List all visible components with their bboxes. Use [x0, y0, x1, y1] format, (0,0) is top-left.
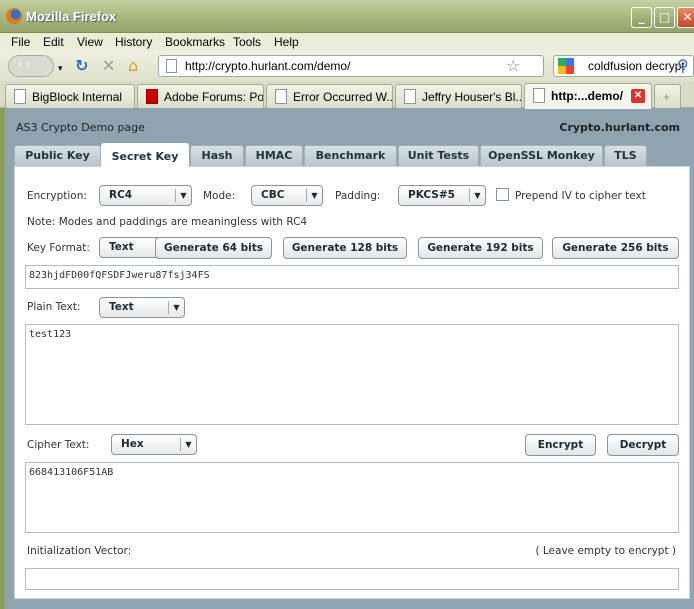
chevron-down-icon: ▼ [180, 438, 196, 451]
select-value: Hex [121, 438, 144, 450]
page-header: AS3 Crypto Demo page [16, 121, 145, 134]
search-icon[interactable]: ⚲ [677, 57, 689, 75]
tab-hash[interactable]: Hash [190, 145, 244, 166]
tab-label: BigBlock Internal [32, 90, 123, 104]
cipher-text-label: Cipher Text: [27, 439, 90, 451]
page-icon [275, 89, 287, 104]
stop-icon[interactable]: ✕ [102, 57, 115, 75]
select-value: RC4 [109, 189, 133, 201]
plain-text-label: Plain Text: [27, 301, 81, 313]
menu-help[interactable]: Help [274, 35, 299, 49]
browser-tab-active[interactable]: http:...demo/ ✕ [524, 83, 652, 109]
page-icon [166, 59, 177, 73]
iv-hint: ( Leave empty to encrypt ) [535, 545, 676, 557]
google-icon[interactable] [558, 58, 574, 74]
key-format-label: Key Format: [27, 242, 90, 254]
decrypt-button[interactable]: Decrypt [607, 434, 679, 456]
browser-tab[interactable]: Adobe Forums: Po... [137, 84, 264, 108]
home-icon[interactable]: ⌂ [128, 57, 138, 75]
select-value: Text [109, 241, 134, 253]
menu-bookmarks[interactable]: Bookmarks [165, 35, 225, 49]
window-border [0, 108, 5, 609]
encryption-select[interactable]: RC4 ▼ [99, 185, 192, 206]
tab-label: Adobe Forums: Po... [164, 90, 264, 104]
select-value: Text [109, 301, 134, 313]
maximize-button[interactable]: □ [654, 7, 675, 28]
menu-history[interactable]: History [115, 35, 152, 49]
firefox-icon [6, 8, 22, 24]
menu-view[interactable]: View [77, 35, 103, 49]
generate-192-button[interactable]: Generate 192 bits [418, 237, 543, 259]
back-forward-icon[interactable]: ‹ › [8, 55, 54, 77]
iv-input[interactable] [25, 568, 679, 590]
plain-text-area[interactable]: test123 [25, 324, 679, 425]
prepend-iv-label: Prepend IV to cipher text [515, 190, 646, 202]
padding-label: Padding: [335, 190, 381, 202]
chevron-down-icon: ▼ [175, 189, 191, 202]
tab-unit-tests[interactable]: Unit Tests [398, 145, 479, 166]
reload-icon[interactable]: ↻ [75, 57, 88, 75]
plain-text-format-select[interactable]: Text ▼ [99, 297, 185, 318]
chevron-down-icon: ▼ [306, 189, 322, 202]
page-icon [404, 89, 416, 104]
window-title: Mozilla Firefox [26, 9, 117, 24]
mode-label: Mode: [203, 190, 236, 202]
menu-file[interactable]: File [11, 35, 30, 49]
history-dropdown-icon[interactable]: ▾ [58, 60, 63, 78]
tab-label: Jeffry Houser's Bl... [422, 90, 522, 104]
tab-public-key[interactable]: Public Key [14, 145, 101, 166]
page-icon [14, 89, 26, 104]
generate-64-button[interactable]: Generate 64 bits [155, 237, 272, 259]
browser-tab[interactable]: Jeffry Houser's Bl... [395, 84, 522, 108]
rc4-note: Note: Modes and paddings are meaningless… [27, 216, 308, 228]
chevron-down-icon: ▼ [168, 301, 184, 314]
site-brand[interactable]: Crypto.hurlant.com [559, 121, 680, 134]
tab-openssl-monkey[interactable]: OpenSSL Monkey [480, 145, 603, 166]
menu-tools[interactable]: Tools [233, 35, 261, 49]
tab-tls[interactable]: TLS [604, 145, 647, 166]
padding-select[interactable]: PKCS#5 ▼ [398, 185, 486, 206]
mode-select[interactable]: CBC ▼ [251, 185, 323, 206]
tab-label: Error Occurred W... [293, 90, 393, 104]
browser-tab[interactable]: BigBlock Internal [5, 84, 135, 108]
page-icon [533, 88, 545, 103]
key-input[interactable]: 823hjdFD00fQFSDFJweru87fsj34FS [25, 265, 679, 289]
prepend-iv-checkbox[interactable] [496, 188, 509, 201]
tab-benchmark[interactable]: Benchmark [304, 145, 397, 166]
menu-edit[interactable]: Edit [43, 35, 64, 49]
tab-label: http:...demo/ [551, 89, 623, 103]
cipher-text-area[interactable]: 668413106F51AB [25, 462, 679, 533]
generate-128-button[interactable]: Generate 128 bits [283, 237, 407, 259]
tab-secret-key[interactable]: Secret Key [101, 143, 189, 167]
search-input[interactable]: coldfusion decrypt [553, 55, 694, 77]
adobe-icon [146, 89, 158, 104]
select-value: PKCS#5 [408, 189, 455, 201]
menu-bar: File Edit View History Bookmarks Tools H… [0, 33, 694, 51]
select-value: CBC [261, 189, 285, 201]
url-input[interactable]: http://crypto.hurlant.com/demo/ [158, 55, 544, 77]
cipher-format-select[interactable]: Hex ▼ [111, 434, 197, 455]
browser-tab-bar: BigBlock Internal Adobe Forums: Po... Er… [0, 81, 694, 109]
browser-tab[interactable]: Error Occurred W... [266, 84, 393, 108]
encryption-label: Encryption: [27, 190, 87, 202]
generate-256-button[interactable]: Generate 256 bits [552, 237, 679, 259]
chevron-down-icon: ▼ [469, 189, 485, 202]
bookmark-star-icon[interactable]: ☆ [506, 57, 520, 75]
minimize-button[interactable]: _ [631, 7, 652, 28]
iv-label: Initialization Vector: [27, 545, 132, 557]
close-tab-icon[interactable]: ✕ [631, 89, 645, 103]
close-button[interactable]: ✕ [677, 7, 694, 28]
tab-hmac[interactable]: HMAC [245, 145, 303, 166]
new-tab-button[interactable]: + [654, 84, 681, 108]
encrypt-button[interactable]: Encrypt [525, 434, 596, 456]
